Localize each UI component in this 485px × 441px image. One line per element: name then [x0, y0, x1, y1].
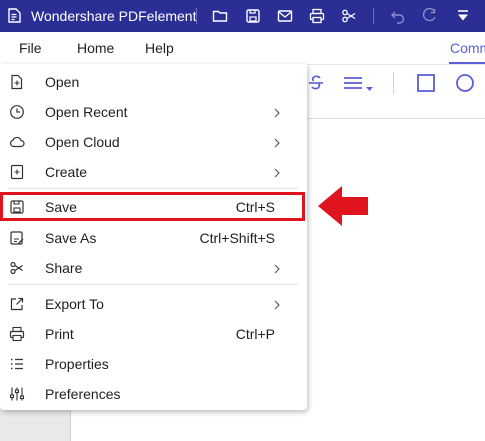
- print-quick-icon[interactable]: [309, 8, 325, 24]
- menu-item-label: Properties: [45, 356, 109, 372]
- submenu-chevron-icon: [272, 166, 282, 178]
- quick-save-icon[interactable]: [245, 8, 261, 24]
- active-tab-indicator: [449, 62, 485, 64]
- menu-item-preferences[interactable]: Preferences: [0, 379, 307, 409]
- menu-item-print[interactable]: Print Ctrl+P: [0, 319, 307, 349]
- file-dropdown-menu: Open Open Recent Open Cloud Create Save …: [0, 64, 307, 410]
- title-separator: [196, 8, 197, 24]
- menu-item-label: Export To: [45, 296, 104, 312]
- title-bar: Wondershare PDFelement: [0, 0, 485, 32]
- menu-item-label: Create: [45, 164, 88, 180]
- preferences-icon: [9, 386, 25, 402]
- menu-item-open-recent[interactable]: Open Recent: [0, 97, 307, 127]
- toolbar-separator: [393, 72, 394, 94]
- menu-separator: [8, 284, 299, 285]
- menu-item-label: Share: [45, 260, 83, 276]
- ellipse-tool-icon[interactable]: [455, 73, 475, 93]
- open-file-icon: [9, 74, 25, 90]
- pointer-arrow-icon: [316, 184, 370, 228]
- create-icon: [9, 164, 25, 180]
- properties-icon: [9, 356, 25, 372]
- tab-comment[interactable]: Comm: [450, 40, 485, 56]
- submenu-chevron-icon: [272, 136, 282, 148]
- window-title: Wondershare PDFelement: [31, 8, 197, 24]
- menu-item-label: Save As: [45, 230, 97, 246]
- strikethrough-icon[interactable]: [306, 73, 326, 93]
- submenu-chevron-icon: [272, 106, 282, 118]
- scissors-icon[interactable]: [341, 8, 357, 24]
- menu-item-label: Open Recent: [45, 104, 128, 120]
- menu-item-label: Open: [45, 74, 80, 90]
- open-folder-icon[interactable]: [212, 8, 228, 24]
- share-icon: [9, 260, 25, 276]
- quick-access-dropdown-icon[interactable]: [455, 8, 471, 24]
- line-style-dropdown-icon[interactable]: [342, 73, 376, 93]
- menu-item-label: Print: [45, 326, 74, 342]
- shortcut-label: Ctrl+P: [235, 326, 275, 342]
- menu-item-save-as[interactable]: Save As Ctrl+Shift+S: [0, 223, 307, 253]
- shortcut-label: Ctrl+Shift+S: [199, 230, 275, 246]
- submenu-chevron-icon: [272, 298, 282, 310]
- menu-item-export-to[interactable]: Export To: [0, 289, 307, 319]
- print-icon: [9, 326, 25, 342]
- menu-item-open-cloud[interactable]: Open Cloud: [0, 127, 307, 157]
- menu-item-create[interactable]: Create: [0, 157, 307, 187]
- menu-home[interactable]: Home: [77, 40, 114, 56]
- title-separator: [373, 8, 374, 24]
- menu-help[interactable]: Help: [145, 40, 174, 56]
- menu-item-share[interactable]: Share: [0, 253, 307, 283]
- redo-icon[interactable]: [421, 8, 437, 24]
- menu-item-open[interactable]: Open: [0, 67, 307, 97]
- mail-icon[interactable]: [277, 8, 293, 24]
- save-as-icon: [9, 230, 25, 246]
- menu-item-label: Preferences: [45, 386, 121, 402]
- submenu-chevron-icon: [272, 262, 282, 274]
- undo-icon[interactable]: [390, 8, 406, 24]
- menu-file[interactable]: File: [19, 40, 42, 56]
- menu-bar: File Home Help Comm: [0, 32, 485, 65]
- pdfelement-logo-icon: [8, 8, 21, 23]
- save-highlight-box: [0, 192, 305, 221]
- export-icon: [9, 296, 25, 312]
- clock-icon: [9, 104, 25, 120]
- menu-separator: [8, 188, 299, 189]
- menu-item-label: Open Cloud: [45, 134, 120, 150]
- rectangle-tool-icon[interactable]: [416, 73, 436, 93]
- menu-item-properties[interactable]: Properties: [0, 349, 307, 379]
- cloud-icon: [9, 134, 25, 150]
